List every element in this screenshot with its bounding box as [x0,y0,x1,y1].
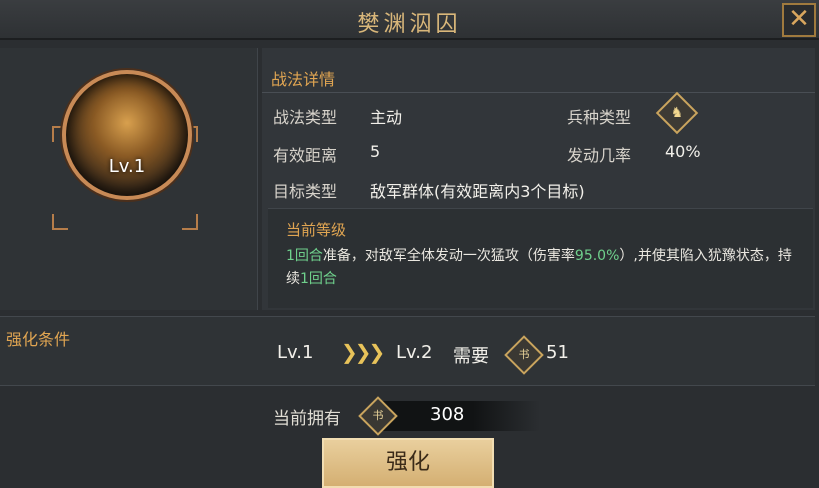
trigger-chance-label: 发动几率 [567,146,632,165]
upgrade-condition-label: 强化条件 [6,330,71,349]
enhance-button[interactable]: 强化 [322,438,494,488]
owned-count: 308 [430,404,465,425]
arrow-right-icon: ❯❯❯ [341,340,385,364]
current-level: Lv.1 [277,342,314,363]
range-value: 5 [370,142,381,161]
range-label: 有效距离 [273,146,338,165]
prep-turns: 1回合 [286,248,323,264]
owned-label: 当前拥有 [273,409,341,429]
close-button[interactable]: ✕ [782,3,816,37]
skill-type-label: 战法类型 [273,108,338,127]
warrior-portrait-icon [62,70,192,200]
target-type-label: 目标类型 [273,182,338,201]
skill-description-box[interactable]: 当前等级 1回合准备，对敌军全体发动一次猛攻（伤害率95.0%）,并使其陷入犹豫… [268,208,813,308]
upgrade-cost: 51 [546,342,569,363]
damage-rate: 95.0% [574,248,620,264]
details-heading: 战法详情 [271,70,336,89]
window-title: 樊渊泅囚 [357,12,462,37]
current-level-heading: 当前等级 [286,221,347,239]
skill-description-text: 1回合准备，对敌军全体发动一次猛攻（伤害率95.0%）,并使其陷入犹豫状态，持续… [286,245,801,291]
divider [262,92,815,93]
frame-corner [182,214,198,230]
effect-duration: 1回合 [300,271,337,287]
troop-type-label: 兵种类型 [567,108,632,127]
description-part-a: 准备，对敌军全体发动一次猛攻（伤害率 [322,248,575,264]
trigger-chance-value: 40% [665,142,701,161]
skill-icon[interactable]: Lv.1 [62,70,192,200]
target-type-value: 敌军群体(有效距离内3个目标) [370,182,585,201]
frame-corner [52,214,68,230]
skill-level-badge: Lv.1 [108,156,146,177]
skill-type-value: 主动 [370,108,403,127]
next-level: Lv.2 [396,342,433,363]
requirement-label: 需要 [453,346,489,367]
